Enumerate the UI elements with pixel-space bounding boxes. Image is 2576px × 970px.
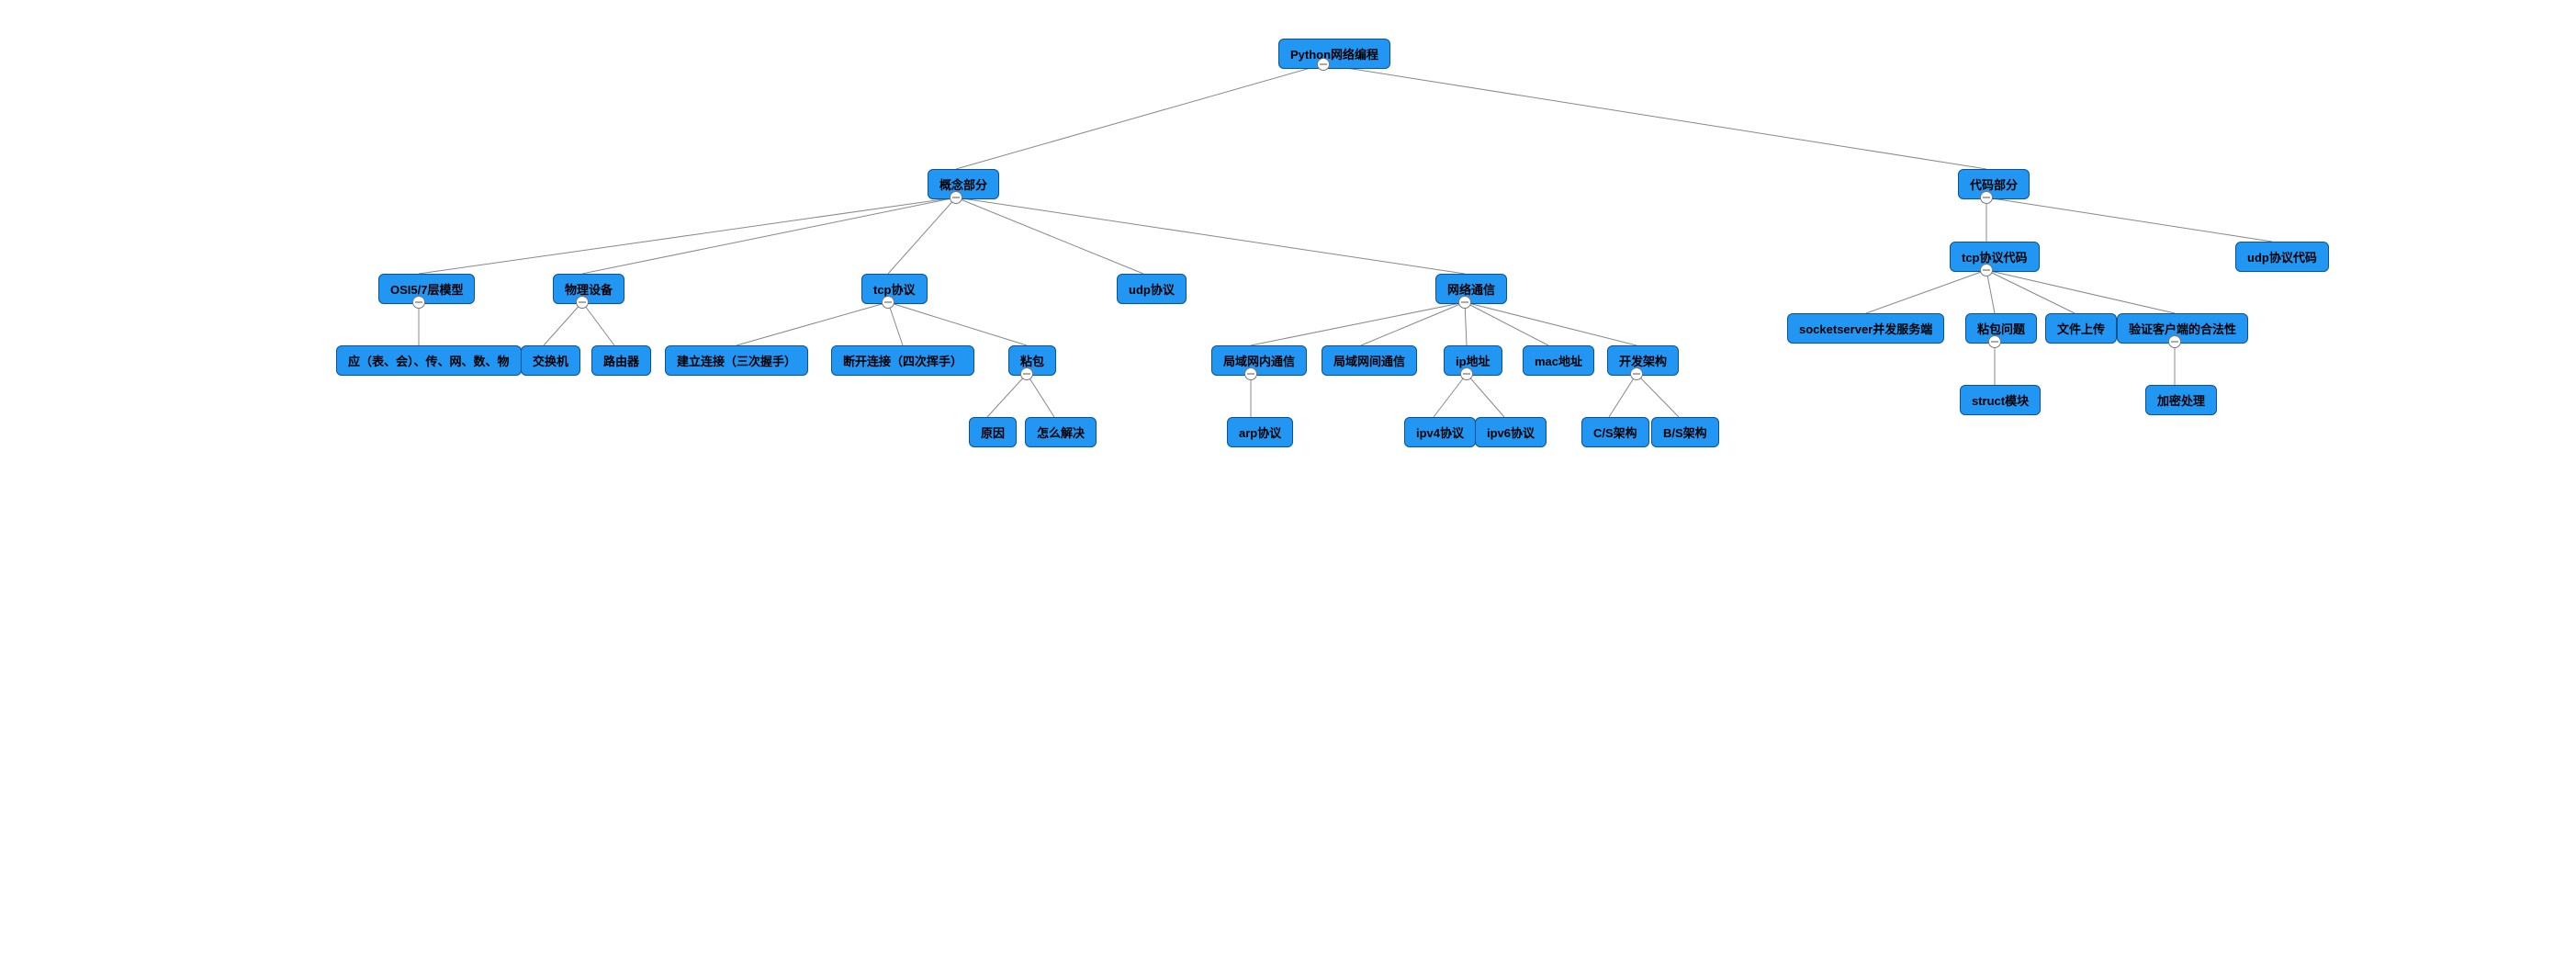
collapse-icon[interactable] [1460,367,1473,380]
tree-node-sticky-solve[interactable]: 怎么解决 [1025,417,1097,447]
tree-node-udp[interactable]: udp协议 [1117,274,1187,304]
tree-node-sticky-pkg[interactable]: 粘包问题 [1965,313,2037,344]
tree-node-netcom[interactable]: 网络通信 [1435,274,1507,304]
collapse-icon[interactable] [2168,335,2181,348]
tree-node-mac[interactable]: mac地址 [1523,345,1594,376]
tree-node-tcp-code[interactable]: tcp协议代码 [1950,242,2040,272]
collapse-icon[interactable] [950,191,962,204]
tree-node-encrypt[interactable]: 加密处理 [2145,385,2217,415]
tree-node-osi[interactable]: OSI5/7层模型 [378,274,475,304]
tree-node-code[interactable]: 代码部分 [1958,169,2030,199]
collapse-icon[interactable] [1630,367,1643,380]
tree-node-arch[interactable]: 开发架构 [1607,345,1679,376]
tree-node-bs[interactable]: B/S架构 [1651,417,1719,447]
collapse-icon[interactable] [576,296,589,309]
tree-node-lan-in[interactable]: 局域网内通信 [1211,345,1307,376]
tree-node-tcp-connect[interactable]: 建立连接（三次握手） [665,345,808,376]
tree-node-cs[interactable]: C/S架构 [1581,417,1649,447]
collapse-icon[interactable] [412,296,425,309]
tree-node-file-upload[interactable]: 文件上传 [2045,313,2117,344]
tree-node-udp-code[interactable]: udp协议代码 [2235,242,2329,272]
tree-node-ipv6[interactable]: ipv6协议 [1475,417,1547,447]
tree-node-router[interactable]: 路由器 [591,345,651,376]
tree-node-sticky-reason[interactable]: 原因 [969,417,1017,447]
tree-node-ss-server[interactable]: socketserver并发服务端 [1787,313,1944,344]
collapse-icon[interactable] [1988,335,2001,348]
tree-node-tcp[interactable]: tcp协议 [861,274,928,304]
collapse-icon[interactable] [1980,264,1993,276]
tree-node-ipv4[interactable]: ipv4协议 [1404,417,1476,447]
collapse-icon[interactable] [1980,191,1993,204]
tree-node-root[interactable]: Python网络编程 [1278,39,1390,69]
collapse-icon[interactable] [1458,296,1471,309]
collapse-icon[interactable] [882,296,894,309]
tree-node-struct[interactable]: struct模块 [1960,385,2041,415]
tree-node-verify-client[interactable]: 验证客户端的合法性 [2117,313,2248,344]
tree-node-tcp-disconnect[interactable]: 断开连接（四次挥手） [831,345,974,376]
tree-node-ipaddr[interactable]: ip地址 [1444,345,1502,376]
collapse-icon[interactable] [1244,367,1257,380]
tree-node-device[interactable]: 物理设备 [553,274,624,304]
tree-node-arp[interactable]: arp协议 [1227,417,1293,447]
tree-node-switch[interactable]: 交换机 [521,345,580,376]
collapse-icon[interactable] [1020,367,1033,380]
tree-node-lan-out[interactable]: 局域网间通信 [1322,345,1417,376]
collapse-icon[interactable] [1317,58,1330,71]
tree-node-osi-layers[interactable]: 应（表、会）、传、网、数、物 [336,345,522,376]
tree-node-concept[interactable]: 概念部分 [928,169,999,199]
